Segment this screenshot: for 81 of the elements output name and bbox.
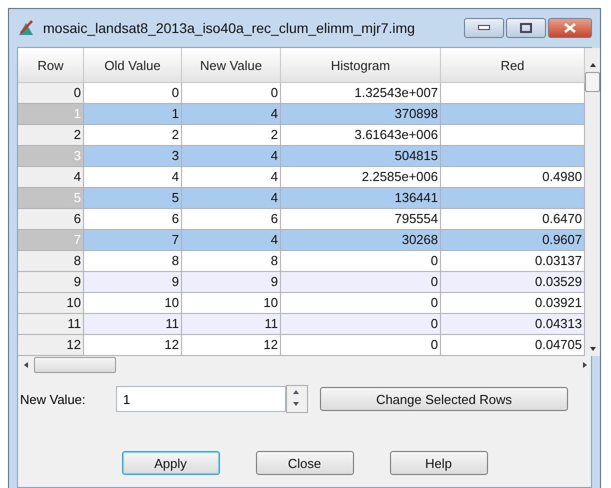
- field-label: New Value:: [20, 392, 87, 406]
- table-cell: 0: [281, 335, 441, 356]
- table-cell: 0.4980: [441, 167, 585, 188]
- table-cell: 12: [84, 335, 182, 356]
- table-cell: 2.2585e+006: [281, 167, 441, 188]
- scroll-thumb[interactable]: [34, 356, 116, 372]
- column-header[interactable]: Row: [18, 48, 84, 83]
- table-cell: 0: [281, 314, 441, 335]
- table-cell: 3: [84, 146, 182, 167]
- maximize-icon: [520, 23, 532, 33]
- dialog-button[interactable]: Close: [256, 451, 354, 475]
- row-number[interactable]: 2: [18, 125, 84, 146]
- minimize-icon: [478, 25, 490, 31]
- table-cell: 0.03921: [441, 293, 585, 314]
- table-cell: 4: [182, 104, 281, 125]
- table-cell: 504815: [281, 146, 441, 167]
- table-cell: 0: [281, 272, 441, 293]
- table-cell: 795554: [281, 209, 441, 230]
- table-cell: 5: [84, 188, 182, 209]
- table-cell: 0: [281, 251, 441, 272]
- table-cell: 7: [84, 230, 182, 251]
- minimize-button[interactable]: [464, 18, 504, 38]
- row-number[interactable]: 6: [18, 209, 84, 230]
- column-header[interactable]: Red: [441, 48, 585, 83]
- table-cell: 0.04705: [441, 335, 585, 356]
- table-cell: 2: [84, 125, 182, 146]
- close-button[interactable]: [548, 18, 592, 38]
- dialog-button[interactable]: Apply: [122, 451, 220, 475]
- row-number[interactable]: 8: [18, 251, 84, 272]
- table-cell: 8: [182, 251, 281, 272]
- table-cell: 4: [182, 146, 281, 167]
- row-number[interactable]: 0: [18, 83, 84, 104]
- table-cell: 0.03137: [441, 251, 585, 272]
- row-number[interactable]: 12: [18, 335, 84, 356]
- table-cell: 0: [281, 293, 441, 314]
- scroll-left-icon[interactable]: [22, 360, 30, 370]
- row-number[interactable]: 9: [18, 272, 84, 293]
- table-cell: 8: [84, 251, 182, 272]
- table-cell: 0: [84, 83, 182, 104]
- table-cell: 370898: [281, 104, 441, 125]
- scroll-right-icon[interactable]: [581, 360, 589, 370]
- column-header[interactable]: Old Value: [84, 48, 182, 83]
- table-cell: 1.32543e+007: [281, 83, 441, 104]
- table-cell: 11: [84, 314, 182, 335]
- table-cell: 0.9607: [441, 230, 585, 251]
- maximize-button[interactable]: [506, 18, 546, 38]
- table-cell: 4: [182, 167, 281, 188]
- row-number[interactable]: 4: [18, 167, 84, 188]
- column-header[interactable]: New Value: [182, 48, 281, 83]
- table-cell: 3.61643e+006: [281, 125, 441, 146]
- window-title: mosaic_landsat8_2013a_iso40a_rec_clum_elimm_mjr7.img: [43, 20, 416, 36]
- table-cell: 0.03529: [441, 272, 585, 293]
- table-cell: 4: [182, 188, 281, 209]
- column-header[interactable]: Histogram: [281, 48, 441, 83]
- table-cell: 4: [182, 230, 281, 251]
- change-rows-button[interactable]: Change Selected Rows: [320, 387, 568, 411]
- scroll-thumb[interactable]: [585, 72, 600, 92]
- row-number[interactable]: 10: [18, 293, 84, 314]
- table-cell: 4: [84, 167, 182, 188]
- close-icon: [564, 23, 576, 33]
- row-number[interactable]: 11: [18, 314, 84, 335]
- table-cell: 0.6470: [441, 209, 585, 230]
- table-cell: 0: [182, 83, 281, 104]
- table-cell: 0.04313: [441, 314, 585, 335]
- table-cell: 136441: [281, 188, 441, 209]
- table-cell: 2: [182, 125, 281, 146]
- table-cell: 9: [182, 272, 281, 293]
- table-cell: 12: [182, 335, 281, 356]
- table-cell: 10: [84, 293, 182, 314]
- vertical-scrollbar[interactable]: [585, 48, 600, 356]
- value-field[interactable]: 1: [116, 386, 286, 412]
- app-icon: [17, 19, 35, 37]
- table-cell: 30268: [281, 230, 441, 251]
- table-cell: 6: [84, 209, 182, 230]
- table-cell: 6: [182, 209, 281, 230]
- table-cell: 10: [182, 293, 281, 314]
- table-cell: 1: [84, 104, 182, 125]
- table-cell: 9: [84, 272, 182, 293]
- table-cell: 11: [182, 314, 281, 335]
- spin-buttons[interactable]: [286, 385, 308, 413]
- dialog-button[interactable]: Help: [390, 451, 488, 475]
